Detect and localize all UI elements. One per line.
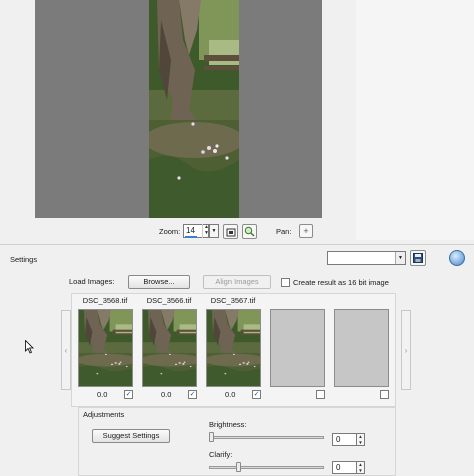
- clarify-slider-handle[interactable]: [236, 462, 241, 472]
- settings-label: Settings: [10, 255, 38, 264]
- zoom-caret: [185, 236, 197, 238]
- thumbnail-slot[interactable]: DSC_3567.tif 0.0 ✓: [202, 295, 264, 405]
- thumbnail-checkbox[interactable]: ✓: [252, 390, 261, 399]
- load-images-label: Load Images:: [69, 277, 115, 286]
- zoom-dropdown[interactable]: ▼: [209, 224, 219, 238]
- brightness-slider[interactable]: [209, 436, 324, 439]
- thumbnail-checkbox[interactable]: [316, 390, 325, 399]
- clarify-slider[interactable]: [209, 466, 324, 469]
- thumbnail-checkbox[interactable]: ✓: [124, 390, 133, 399]
- thumbnail-image[interactable]: [78, 309, 133, 387]
- divider: [0, 244, 474, 245]
- chevron-left-icon: ‹: [64, 345, 68, 355]
- scroll-right-button[interactable]: ›: [401, 310, 411, 390]
- magnifier-icon: [244, 226, 255, 237]
- settings-select[interactable]: ▼: [327, 251, 406, 265]
- sixteen-bit-checkbox[interactable]: [281, 278, 290, 287]
- chevron-down-icon[interactable]: ▼: [395, 252, 405, 264]
- thumbnail-filename: DSC_3566.tif: [146, 296, 192, 305]
- brightness-value: 0: [336, 435, 341, 444]
- preview-image[interactable]: [149, 0, 239, 218]
- fit-window-icon: [226, 228, 235, 236]
- thumbnail-slot[interactable]: DSC_3566.tif 0.0 ✓: [138, 295, 200, 405]
- browse-button[interactable]: Browse...: [128, 275, 190, 289]
- spin-down-icon[interactable]: ▼: [357, 440, 364, 446]
- brightness-label: Brightness:: [209, 420, 247, 429]
- fit-to-window-button[interactable]: [223, 224, 238, 239]
- scroll-left-button[interactable]: ‹: [61, 310, 71, 390]
- thumbnail-filename: DSC_3568.tif: [82, 296, 128, 305]
- adjustments-title: Adjustments: [83, 410, 125, 419]
- thumbnail-checkbox[interactable]: [380, 390, 389, 399]
- suggest-settings-button[interactable]: Suggest Settings: [92, 429, 170, 443]
- thumbnail-placeholder[interactable]: [270, 309, 325, 387]
- thumbnail-checkbox[interactable]: ✓: [188, 390, 197, 399]
- clarify-input[interactable]: 0: [332, 461, 357, 474]
- zoom-to-actual-button[interactable]: [242, 224, 257, 239]
- brightness-slider-handle[interactable]: [209, 432, 214, 442]
- sixteen-bit-label: Create result as 16 bit image: [293, 278, 389, 287]
- chevron-down-icon: ▼: [211, 228, 217, 234]
- clarify-label: Clarify:: [209, 450, 233, 459]
- zoom-label: Zoom:: [159, 227, 181, 236]
- thumbnail-image[interactable]: [206, 309, 261, 387]
- chevron-right-icon: ›: [404, 345, 408, 355]
- align-images-button[interactable]: Align Images: [203, 275, 271, 289]
- thumbnail-exposure: 0.0: [97, 390, 108, 399]
- thumbnail-exposure: 0.0: [225, 390, 236, 399]
- thumbnail-placeholder[interactable]: [334, 309, 389, 387]
- move-icon: +: [303, 225, 309, 236]
- help-icon[interactable]: [449, 250, 465, 266]
- zoom-value: 14: [186, 226, 195, 235]
- thumbnail-slot-empty[interactable]: [266, 295, 328, 405]
- clarify-value: 0: [336, 463, 341, 472]
- thumbnail-filename: DSC_3567.tif: [210, 296, 256, 305]
- save-icon: [413, 253, 423, 263]
- thumbnail-image[interactable]: [142, 309, 197, 387]
- mouse-cursor-icon: [25, 340, 34, 354]
- side-panel: [356, 0, 474, 240]
- spin-down-icon[interactable]: ▼: [357, 468, 364, 474]
- brightness-input[interactable]: 0: [332, 433, 357, 446]
- brightness-stepper[interactable]: ▲ ▼: [357, 433, 365, 446]
- clarify-stepper[interactable]: ▲ ▼: [357, 461, 365, 474]
- thumbnail-exposure: 0.0: [161, 390, 172, 399]
- thumbnail-slot-empty[interactable]: [330, 295, 392, 405]
- save-settings-button[interactable]: [410, 250, 426, 266]
- thumbnail-slot[interactable]: DSC_3568.tif 0.0 ✓: [74, 295, 136, 405]
- pan-button[interactable]: +: [299, 224, 313, 238]
- pan-label: Pan:: [276, 227, 292, 236]
